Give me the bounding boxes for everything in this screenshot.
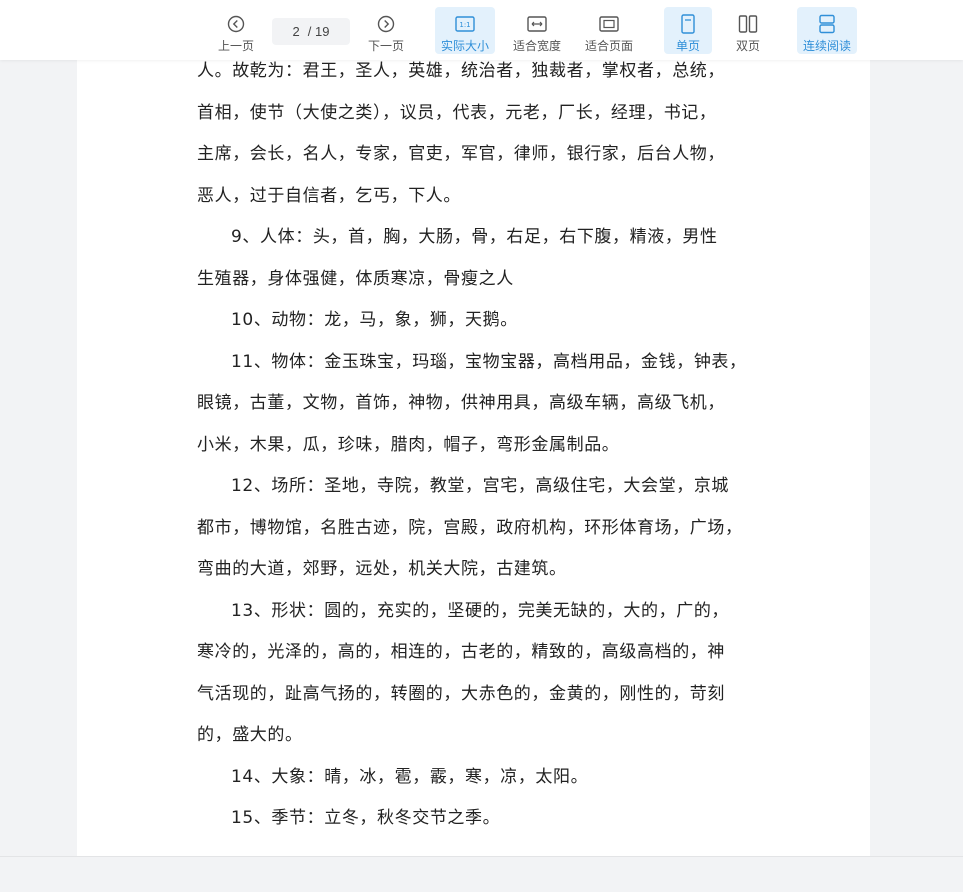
- text-line: 的，盛大的。: [197, 725, 303, 745]
- text-line: 生殖器，身体强健，体质寒凉，骨瘦之人: [197, 268, 514, 289]
- current-page-number: 2: [292, 24, 300, 39]
- page-text: 人。故乾为：君王，圣人，英雄，统治者，独裁者，掌权者，总统， 首相，使节（大使之…: [197, 51, 753, 840]
- total-pages: / 19: [307, 24, 330, 39]
- continuous-reading-label: 连续阅读: [802, 39, 851, 53]
- page-number-input[interactable]: 2 / 19: [272, 18, 350, 45]
- text-line: 眼镜，古董，文物，首饰，神物，供神用具，高级车辆，高级飞机，: [197, 393, 725, 413]
- next-page-label: 下一页: [367, 39, 404, 53]
- fit-width-button[interactable]: 适合宽度: [507, 7, 567, 54]
- text-line: 主席，会长，名人，专家，官吏，军官，律师，银行家，后台人物，: [197, 144, 725, 164]
- next-page-button[interactable]: 下一页: [364, 7, 408, 54]
- text-line: 10、动物：龙，马，象，狮，天鹅。: [231, 310, 518, 330]
- single-page-button[interactable]: 单页: [664, 7, 712, 54]
- document-page[interactable]: 人。故乾为：君王，圣人，英雄，统治者，独裁者，掌权者，总统， 首相，使节（大使之…: [77, 0, 870, 856]
- text-line: 11、物体：金玉珠宝，玛瑙，宝物宝器，高档用品，金钱，钟表，: [231, 351, 747, 372]
- fit-page-label: 适合页面: [584, 39, 633, 53]
- continuous-reading-icon: [816, 13, 838, 34]
- double-page-icon: [737, 13, 759, 34]
- viewer-toolbar: 上一页 2 / 19 下一页 1:1 实际大小 适合宽度 适合页面 单页 双页 …: [0, 0, 963, 60]
- svg-text:1:1: 1:1: [459, 21, 470, 29]
- chevron-left-circle-icon: [225, 13, 247, 34]
- text-line: 12、场所：圣地，寺院，教堂，宫宅，高级住宅，大会堂，京城: [231, 476, 730, 496]
- text-line: 小米，木果，瓜，珍味，腊肉，帽子，弯形金属制品。: [197, 434, 620, 455]
- fit-width-icon: [526, 13, 548, 34]
- text-line: 9、人体：头，首，胸，大肠，骨，右足，右下腹，精液，男性: [231, 227, 718, 247]
- bottom-scroll-area: [0, 856, 963, 892]
- text-line: 都市，博物馆，名胜古迹，院，宫殿，政府机构，环形体育场，广场，: [197, 517, 743, 538]
- double-page-label: 双页: [735, 39, 760, 53]
- double-page-button[interactable]: 双页: [724, 7, 772, 54]
- fit-width-label: 适合宽度: [512, 39, 561, 53]
- actual-size-icon: 1:1: [454, 13, 476, 34]
- single-page-label: 单页: [675, 39, 700, 53]
- fit-page-button[interactable]: 适合页面: [579, 7, 639, 54]
- text-line: 首相，使节（大使之类），议员，代表，元老，厂长，经理，书记，: [197, 102, 717, 123]
- continuous-reading-button[interactable]: 连续阅读: [797, 7, 857, 54]
- text-line: 15、季节：立冬，秋冬交节之季。: [231, 808, 501, 828]
- actual-size-button[interactable]: 1:1 实际大小: [435, 7, 495, 54]
- text-line: 恶人，过于自信者，乞丐，下人。: [197, 185, 461, 206]
- actual-size-label: 实际大小: [440, 39, 489, 53]
- text-line: 气活现的，趾高气扬的，转圈的，大赤色的，金黄的，刚性的，苛刻: [197, 683, 725, 704]
- text-line: 弯曲的大道，郊野，远处，机关大院，古建筑。: [197, 559, 567, 579]
- document-viewer: 人。故乾为：君王，圣人，英雄，统治者，独裁者，掌权者，总统， 首相，使节（大使之…: [0, 0, 963, 892]
- text-line: 14、大象：晴，冰，雹，霰，寒，凉，太阳。: [231, 766, 589, 787]
- text-line: 寒冷的，光泽的，高的，相连的，古老的，精致的，高级高档的，神: [197, 642, 725, 662]
- prev-page-label: 上一页: [217, 39, 254, 53]
- fit-page-icon: [598, 13, 620, 34]
- text-line: 13、形状：圆的，充实的，坚硬的，完美无缺的，大的，广的，: [231, 600, 730, 621]
- prev-page-button[interactable]: 上一页: [214, 7, 258, 54]
- single-page-icon: [677, 13, 699, 34]
- chevron-right-circle-icon: [375, 13, 397, 34]
